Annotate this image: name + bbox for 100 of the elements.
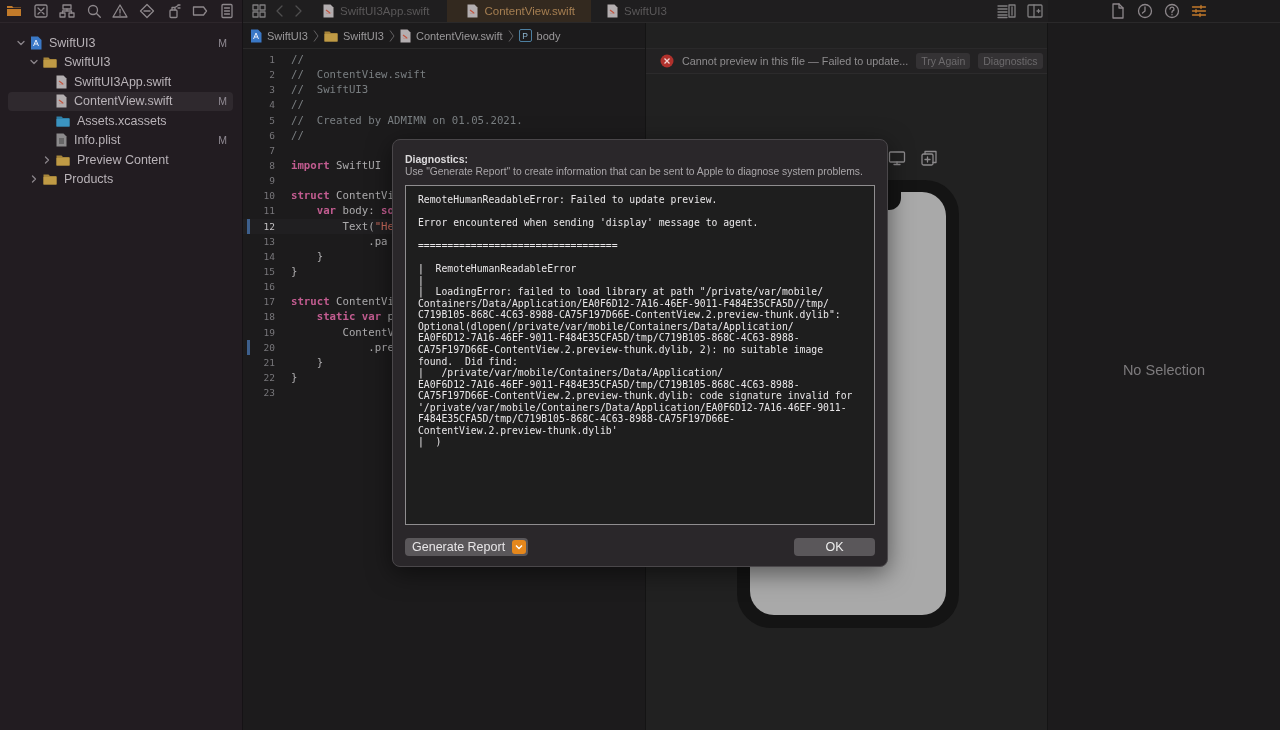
grid-icon[interactable] bbox=[251, 3, 267, 19]
swift-file-icon bbox=[607, 4, 619, 18]
line-number: 12 bbox=[262, 220, 275, 232]
chevron-right-icon bbox=[507, 28, 514, 43]
navigator-row[interactable]: Preview Content bbox=[8, 150, 233, 170]
line-number: 2 bbox=[268, 69, 275, 81]
line-number: 10 bbox=[262, 190, 275, 202]
folder-icon bbox=[43, 173, 57, 186]
navigator-row[interactable]: SwiftUI3 bbox=[8, 52, 233, 72]
line-number: 14 bbox=[262, 250, 275, 262]
file-name: Info.plist bbox=[74, 133, 121, 148]
sliders-icon[interactable] bbox=[1189, 2, 1208, 20]
code-line: .pa bbox=[367, 234, 388, 248]
line-number: 16 bbox=[262, 281, 275, 293]
code-line: ContentV bbox=[341, 325, 394, 339]
ok-button[interactable]: OK bbox=[794, 538, 875, 556]
code-line: // bbox=[291, 53, 304, 67]
line-number: 21 bbox=[262, 356, 275, 368]
folder-icon bbox=[323, 29, 338, 42]
code-line: } bbox=[315, 249, 324, 263]
clock-icon[interactable] bbox=[1135, 2, 1154, 20]
report-text: Error encountered when sending 'display' message to agent. bbox=[418, 217, 760, 229]
report-text: RemoteHumanReadableError: Failed to update preview. bbox=[418, 194, 719, 206]
navigator-row[interactable]: SwiftUI3App.swift bbox=[8, 72, 233, 92]
line-number: 1 bbox=[268, 54, 275, 66]
navigator-row[interactable]: Info.plist M bbox=[8, 130, 233, 150]
code-line: struct ContentVi bbox=[291, 189, 394, 203]
code-line: // bbox=[291, 128, 304, 142]
error-icon bbox=[660, 54, 674, 68]
file-name: SwiftUI3App.swift bbox=[74, 74, 172, 89]
close-square-icon[interactable] bbox=[31, 2, 50, 20]
navigator-row[interactable]: Products bbox=[8, 169, 233, 189]
breadcrumb-item[interactable]: ContentView.swift bbox=[399, 28, 503, 43]
editor-tab[interactable]: ContentView.swift bbox=[447, 0, 592, 22]
file-name: Preview Content bbox=[77, 152, 169, 167]
code-line: // ContentView.swift bbox=[291, 68, 427, 82]
line-number: 19 bbox=[262, 326, 275, 338]
duplicate-icon[interactable] bbox=[920, 149, 938, 167]
code-line: // SwiftUI3 bbox=[291, 83, 369, 97]
code-line: struct ContentVi bbox=[291, 295, 394, 309]
property-icon: P bbox=[518, 29, 532, 42]
generate-report-button[interactable]: Generate Report bbox=[405, 538, 529, 556]
file-name: ContentView.swift bbox=[74, 94, 173, 109]
error-message: Cannot preview in this file — Failed to update... bbox=[682, 55, 909, 67]
navigator-row[interactable]: Assets.xcassets bbox=[8, 111, 233, 131]
line-number: 23 bbox=[262, 387, 275, 399]
line-number: 18 bbox=[262, 311, 275, 323]
line-number: 15 bbox=[262, 266, 275, 278]
line-number: 11 bbox=[262, 205, 275, 217]
swift-file-icon bbox=[56, 74, 67, 89]
swift-file-icon bbox=[56, 94, 67, 109]
warning-icon[interactable] bbox=[111, 2, 130, 20]
navigator-row[interactable]: ContentView.swift M bbox=[8, 91, 233, 111]
add-editor-icon[interactable] bbox=[1026, 3, 1044, 19]
line-number: 22 bbox=[262, 372, 275, 383]
status-label: M bbox=[218, 36, 227, 49]
chevron-right-icon bbox=[388, 28, 395, 43]
line-number: 17 bbox=[262, 296, 275, 308]
hierarchy-icon[interactable] bbox=[58, 2, 77, 20]
project-file-icon bbox=[30, 35, 42, 50]
swift-file-icon bbox=[323, 4, 334, 18]
file-name: Products bbox=[64, 172, 114, 187]
breadcrumb-item[interactable]: P body bbox=[518, 29, 561, 42]
folder-icon bbox=[43, 56, 57, 69]
line-number: 8 bbox=[268, 160, 275, 172]
code-line: } bbox=[291, 265, 298, 279]
file-name: SwiftUI3 bbox=[49, 35, 96, 50]
breadcrumb-item[interactable]: SwiftUI3 bbox=[250, 28, 308, 43]
status-label: M bbox=[218, 134, 227, 147]
chevron-down-icon[interactable] bbox=[17, 38, 25, 47]
line-number: 13 bbox=[262, 235, 275, 247]
chevron-right-icon bbox=[312, 28, 319, 43]
project-file-icon bbox=[250, 28, 262, 43]
help-icon[interactable] bbox=[1162, 2, 1181, 20]
assets-folder-icon bbox=[56, 114, 70, 127]
code-line: // bbox=[291, 98, 304, 112]
diamond-icon[interactable] bbox=[137, 2, 156, 20]
device-settings-icon[interactable] bbox=[888, 150, 906, 166]
chevron-right-icon[interactable] bbox=[43, 155, 51, 164]
breadcrumb-item[interactable]: SwiftUI3 bbox=[323, 29, 384, 42]
list-file-icon bbox=[56, 133, 67, 148]
navigator-row[interactable]: SwiftUI3 M bbox=[8, 33, 233, 53]
chevron-down-icon bbox=[512, 540, 527, 554]
line-number: 9 bbox=[268, 175, 275, 187]
line-number: 3 bbox=[268, 84, 275, 96]
swift-file-icon bbox=[399, 28, 411, 43]
report-text: | RemoteHumanReadableError | | LoadingError: failed to load library at path "/private/var/mobile/ Containers/Data/Application/EA0F6D12-7A16-46EF-9011-F484E35CFA5D//tmp/ C719B105-868C-4C63-8988-CA75F197D66E-ContentView.2.preview-thunk.dylib": Optional(dlopen(/private/var/mobile/Containers/Data/Application/ EA0F6D12-7A16-46EF-9011-F484E35CFA5D/tmp/C719B105-868C-4C63-8988- CA75F197D66E-ContentView.2.preview-thunk.dylib, 2): no suitable image found. Did find: | /private/var/mobile/Containers/Data/Application/ EA0F6D12-7A16-46EF-9011-F484E35CFA5D/tmp/C719B105-868C-4C63-8988- CA75F197D66E-ContentView.2.preview-thunk.dylib: code signature invalid for '/private/var/mobile/Containers/Data/Application/EA0F6D12-7A16-46EF-9011- F484E35CFA5D/tmp/C719B105-868C-4C63-8988-CA75F197D66E- ContentView.2.preview-thunk.dylib' | ) bbox=[418, 263, 854, 448]
swift-file-icon bbox=[467, 4, 479, 18]
line-number: 4 bbox=[268, 99, 275, 111]
code-line: // Created by ADMIMN on 01.05.2021. bbox=[291, 113, 523, 127]
line-number: 6 bbox=[268, 129, 275, 141]
code-line: } bbox=[291, 371, 298, 384]
line-number: 7 bbox=[268, 144, 275, 156]
folder-icon bbox=[56, 153, 70, 166]
file-name: SwiftUI3 bbox=[64, 55, 111, 70]
chevron-right-icon[interactable] bbox=[30, 175, 38, 184]
editor-options-icon[interactable] bbox=[996, 3, 1018, 19]
dialog-title: Diagnostics: bbox=[405, 153, 469, 165]
status-label: M bbox=[218, 95, 227, 108]
chevron-down-icon[interactable] bbox=[30, 58, 38, 67]
